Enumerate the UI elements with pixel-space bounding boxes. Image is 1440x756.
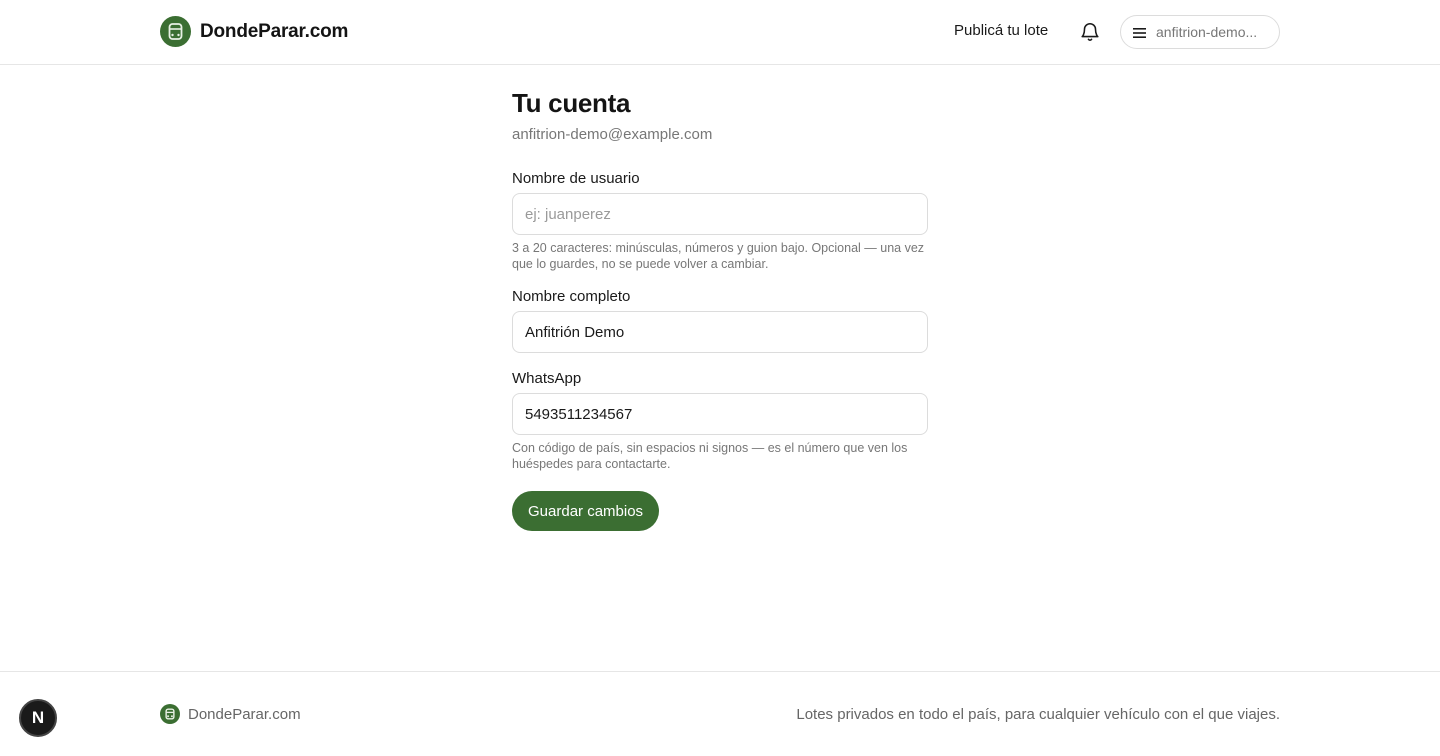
page-title: Tu cuenta — [512, 88, 631, 118]
footer-tagline: Lotes privados en todo el país, para cua… — [796, 706, 1280, 723]
logo-icon — [160, 16, 191, 47]
username-field-group: Nombre de usuario 3 a 20 caracteres: min… — [512, 170, 928, 272]
site-footer: DondeParar.com Lotes privados en todo el… — [0, 671, 1440, 756]
dev-tools-badge[interactable]: N — [19, 699, 57, 737]
username-label: Nombre de usuario — [512, 170, 640, 187]
whatsapp-field-group: WhatsApp Con código de país, sin espacio… — [512, 370, 928, 472]
brand-name: DondeParar.com — [200, 20, 349, 42]
bell-icon[interactable] — [1079, 21, 1101, 43]
whatsapp-label: WhatsApp — [512, 370, 582, 387]
footer-brand-name: DondeParar.com — [188, 705, 301, 723]
brand-link[interactable]: DondeParar.com — [160, 16, 348, 47]
account-form: Tu cuenta anfitrion-demo@example.com Nom… — [512, 88, 928, 531]
user-menu-button[interactable]: anfitrion-demo... — [1120, 15, 1280, 49]
footer-logo-icon — [160, 704, 180, 724]
fullname-label: Nombre completo — [512, 288, 631, 305]
publish-lot-link[interactable]: Publicá tu lote — [954, 22, 1048, 39]
save-button[interactable]: Guardar cambios — [512, 491, 660, 531]
site-header: DondeParar.com Publicá tu lote anfitrion… — [0, 0, 1440, 65]
fullname-input[interactable] — [512, 311, 928, 353]
footer-brand-link[interactable]: DondeParar.com — [160, 704, 301, 724]
username-hint: 3 a 20 caracteres: minúsculas, números y… — [512, 241, 925, 271]
menu-icon — [1133, 26, 1147, 38]
whatsapp-input[interactable] — [512, 393, 928, 435]
user-menu-label: anfitrion-demo... — [1156, 24, 1258, 40]
account-email: anfitrion-demo@example.com — [512, 126, 713, 143]
username-input[interactable] — [512, 193, 928, 235]
whatsapp-hint: Con código de país, sin espacios ni sign… — [512, 441, 908, 471]
fullname-field-group: Nombre completo — [512, 288, 928, 353]
